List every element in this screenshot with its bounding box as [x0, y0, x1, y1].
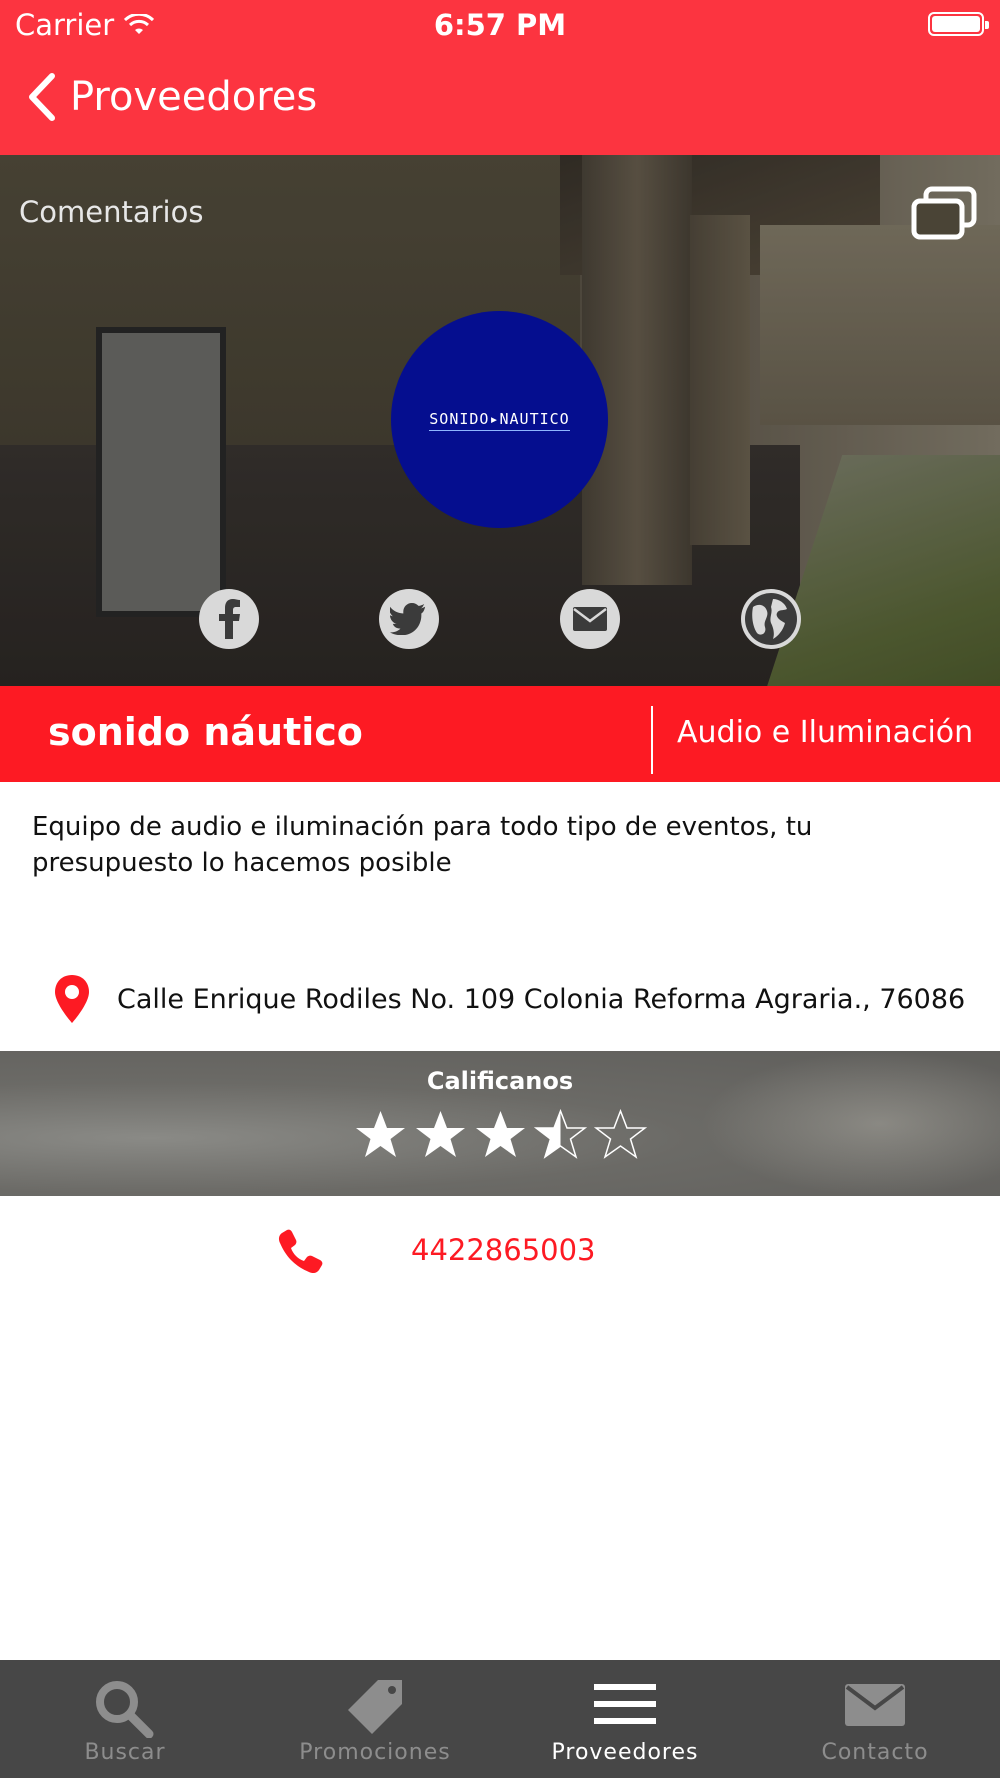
- rating-stars[interactable]: [354, 1109, 647, 1159]
- map-pin-icon: [55, 975, 89, 1023]
- status-time: 6:57 PM: [433, 8, 567, 42]
- back-button[interactable]: Proveedores: [26, 72, 317, 122]
- tag-icon: [348, 1680, 402, 1734]
- provider-title-bar: sonido náutico Audio e Iluminación: [0, 686, 1000, 782]
- star-1-icon[interactable]: [354, 1109, 407, 1159]
- search-icon: [96, 1681, 154, 1738]
- star-4-half-icon[interactable]: [534, 1109, 587, 1159]
- provider-description: Equipo de audio e iluminación para todo …: [32, 812, 813, 878]
- provider-category: Audio e Iluminación: [677, 715, 974, 750]
- star-3-icon[interactable]: [474, 1109, 527, 1159]
- facebook-icon: [219, 599, 240, 639]
- navigation-bar: Carrier 6:57 PM Proveedores: [0, 0, 1000, 155]
- tab-contacto[interactable]: Contacto: [750, 1660, 1000, 1778]
- star-5-empty-icon[interactable]: [594, 1109, 647, 1159]
- phone-icon[interactable]: [278, 1228, 324, 1274]
- tab-proveedores[interactable]: Proveedores: [500, 1660, 750, 1778]
- back-label: Proveedores: [70, 74, 318, 120]
- gallery-icon[interactable]: [910, 185, 978, 243]
- tab-label: Contacto: [821, 1740, 929, 1765]
- chevron-left-icon: [29, 73, 55, 121]
- envelope-icon: [845, 1684, 905, 1726]
- provider-name: sonido náutico: [48, 710, 363, 754]
- website-button[interactable]: [741, 589, 801, 649]
- provider-hero: Comentarios SONIDO▸NAUTICO: [0, 155, 1000, 686]
- address-row[interactable]: Calle Enrique Rodiles No. 109 Colonia Re…: [55, 975, 965, 1023]
- battery-icon: [928, 12, 989, 36]
- twitter-button[interactable]: [379, 589, 439, 649]
- comments-link[interactable]: Comentarios: [19, 195, 203, 229]
- facebook-button[interactable]: [199, 589, 259, 649]
- tab-label: Promociones: [299, 1740, 451, 1765]
- provider-logo: SONIDO▸NAUTICO: [391, 311, 608, 528]
- globe-icon: [745, 593, 797, 645]
- rating-title: Calificanos: [426, 1067, 574, 1095]
- star-2-icon[interactable]: [414, 1109, 467, 1159]
- address-text: Calle Enrique Rodiles No. 109 Colonia Re…: [117, 983, 966, 1015]
- tab-bar: Buscar Promociones Proveedores Contacto: [0, 1660, 1000, 1778]
- tab-buscar[interactable]: Buscar: [0, 1660, 250, 1778]
- email-button[interactable]: [560, 589, 620, 649]
- menu-icon: [594, 1684, 656, 1724]
- mail-icon: [573, 607, 607, 631]
- tab-promociones[interactable]: Promociones: [250, 1660, 500, 1778]
- rating-section: Calificanos: [0, 1051, 1000, 1196]
- tab-label: Proveedores: [551, 1740, 699, 1765]
- phone-number-link[interactable]: 4422865003: [411, 1233, 596, 1267]
- twitter-icon: [390, 603, 426, 635]
- divider: [651, 706, 653, 774]
- tab-label: Buscar: [84, 1740, 166, 1765]
- logo-text: SONIDO▸NAUTICO: [429, 408, 570, 431]
